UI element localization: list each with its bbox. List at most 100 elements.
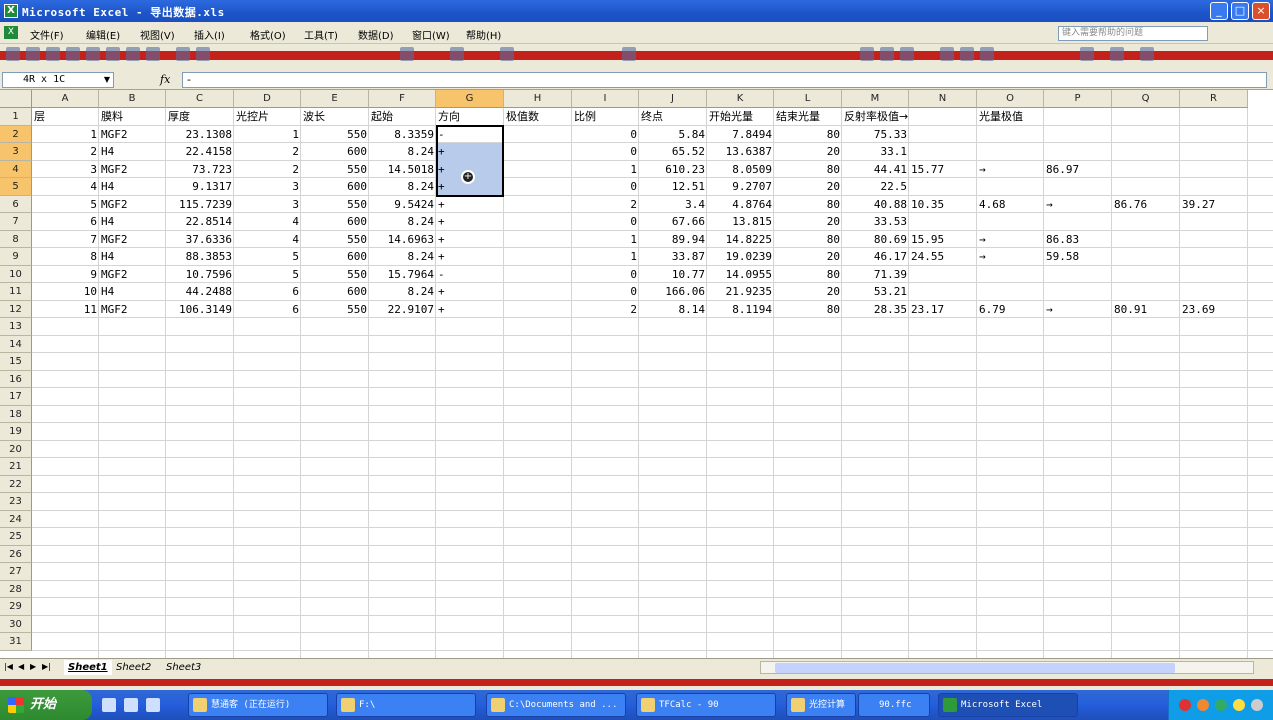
cell[interactable]: + <box>436 283 445 300</box>
taskbar-item-6[interactable]: 90.ffc <box>858 693 930 717</box>
new-icon[interactable] <box>6 47 20 61</box>
cell[interactable]: 89.94 <box>639 231 707 248</box>
cell[interactable]: 1 <box>234 126 301 143</box>
row-header[interactable]: 22 <box>0 475 32 493</box>
row-header[interactable]: 26 <box>0 545 32 563</box>
minimize-button[interactable]: _ <box>1210 2 1228 20</box>
menu-view[interactable]: 视图(V) <box>140 27 175 42</box>
cell[interactable]: 2 <box>234 161 301 178</box>
column-title-cell[interactable]: 波长 <box>301 108 325 125</box>
cell[interactable]: 9 <box>32 266 99 283</box>
start-button[interactable]: 开始 <box>0 690 92 720</box>
row-header[interactable]: 28 <box>0 580 32 598</box>
cell[interactable]: H4 <box>99 248 114 265</box>
cell[interactable]: 600 <box>301 178 369 195</box>
column-header[interactable]: M <box>842 90 909 108</box>
cell[interactable]: 22.4158 <box>166 143 234 160</box>
italic-icon[interactable] <box>880 47 894 61</box>
row-header[interactable]: 13 <box>0 318 32 336</box>
column-header[interactable]: L <box>774 90 842 108</box>
cell[interactable]: 15.7964 <box>369 266 436 283</box>
menu-tools[interactable]: 工具(T) <box>304 27 338 42</box>
row-header[interactable]: 9 <box>0 248 32 266</box>
cell[interactable]: → <box>977 231 986 248</box>
column-header[interactable]: I <box>572 90 639 108</box>
copy-icon[interactable] <box>126 47 140 61</box>
column-header[interactable]: A <box>32 90 99 108</box>
cell[interactable]: 8.24 <box>369 283 436 300</box>
column-header[interactable]: C <box>166 90 234 108</box>
cell[interactable]: 600 <box>301 248 369 265</box>
column-title-cell[interactable]: 反射率极值→ <box>842 108 908 125</box>
cell[interactable]: 12.51 <box>639 178 707 195</box>
cell[interactable]: 6.79 <box>977 301 1006 318</box>
cell[interactable]: 6 <box>32 213 99 230</box>
cell[interactable]: 20 <box>774 178 842 195</box>
cell[interactable]: MGF2 <box>99 161 128 178</box>
cell[interactable]: 550 <box>301 231 369 248</box>
name-box[interactable]: 4R x 1C <box>2 72 114 88</box>
cell[interactable]: 80 <box>774 126 842 143</box>
cell[interactable]: 2 <box>234 143 301 160</box>
cell[interactable]: 59.58 <box>1044 248 1079 265</box>
cell[interactable]: 13.815 <box>707 213 774 230</box>
cell[interactable]: 15.77 <box>909 161 944 178</box>
cell[interactable]: 8.24 <box>369 248 436 265</box>
cell[interactable]: 37.6336 <box>166 231 234 248</box>
column-header[interactable]: D <box>234 90 301 108</box>
taskbar-item-1[interactable]: 慧通客 (正在运行) <box>188 693 328 717</box>
row-header[interactable]: 30 <box>0 615 32 633</box>
cell[interactable]: 20 <box>774 283 842 300</box>
cell[interactable]: 44.41 <box>842 161 909 178</box>
sum-icon[interactable] <box>400 47 414 61</box>
cell[interactable]: 80 <box>774 266 842 283</box>
row-header[interactable]: 24 <box>0 510 32 528</box>
column-title-cell[interactable]: 方向 <box>436 108 460 125</box>
cell[interactable]: 550 <box>301 301 369 318</box>
cell[interactable]: 10.7596 <box>166 266 234 283</box>
menu-file[interactable]: 文件(F) <box>30 27 64 42</box>
menu-insert[interactable]: 插入(I) <box>194 27 225 42</box>
cell[interactable]: 0 <box>572 178 639 195</box>
cell[interactable]: 3.4 <box>639 196 707 213</box>
row-header[interactable]: 27 <box>0 563 32 581</box>
cell[interactable]: 4 <box>32 178 99 195</box>
menu-window[interactable]: 窗口(W) <box>412 27 450 42</box>
cell[interactable]: 73.723 <box>166 161 234 178</box>
row-header[interactable]: 16 <box>0 370 32 388</box>
cell[interactable]: 40.88 <box>842 196 909 213</box>
paste-icon[interactable] <box>146 47 160 61</box>
bold-icon[interactable] <box>860 47 874 61</box>
row-header[interactable]: 25 <box>0 528 32 546</box>
cell[interactable]: 550 <box>301 266 369 283</box>
column-header[interactable]: J <box>639 90 707 108</box>
cell[interactable]: H4 <box>99 213 114 230</box>
cell[interactable]: 1 <box>572 161 639 178</box>
cell[interactable]: MGF2 <box>99 266 128 283</box>
maximize-button[interactable]: □ <box>1231 2 1249 20</box>
cell[interactable]: + <box>436 196 445 213</box>
row-header[interactable]: 10 <box>0 265 32 283</box>
cell[interactable]: 86.83 <box>1044 231 1079 248</box>
cell[interactable]: 33.1 <box>842 143 909 160</box>
cell[interactable]: 600 <box>301 213 369 230</box>
preview-icon[interactable] <box>86 47 100 61</box>
align-left-icon[interactable] <box>940 47 954 61</box>
cell[interactable]: 1 <box>32 126 99 143</box>
cell[interactable]: 3 <box>234 196 301 213</box>
cell[interactable]: 75.33 <box>842 126 909 143</box>
cell[interactable]: MGF2 <box>99 231 128 248</box>
print-icon[interactable] <box>66 47 80 61</box>
cell[interactable]: 80 <box>774 196 842 213</box>
scrollbar-thumb[interactable] <box>775 663 1175 673</box>
cell[interactable]: 71.39 <box>842 266 909 283</box>
cell[interactable]: 0 <box>572 266 639 283</box>
cell[interactable]: 20 <box>774 213 842 230</box>
cell[interactable]: + <box>436 301 445 318</box>
cell[interactable]: 1 <box>572 248 639 265</box>
row-header[interactable]: 23 <box>0 493 32 511</box>
row-header[interactable]: 11 <box>0 283 32 301</box>
cell[interactable]: 20 <box>774 143 842 160</box>
row-header[interactable]: 6 <box>0 195 32 213</box>
insert-function-icon[interactable]: fx <box>160 73 170 86</box>
